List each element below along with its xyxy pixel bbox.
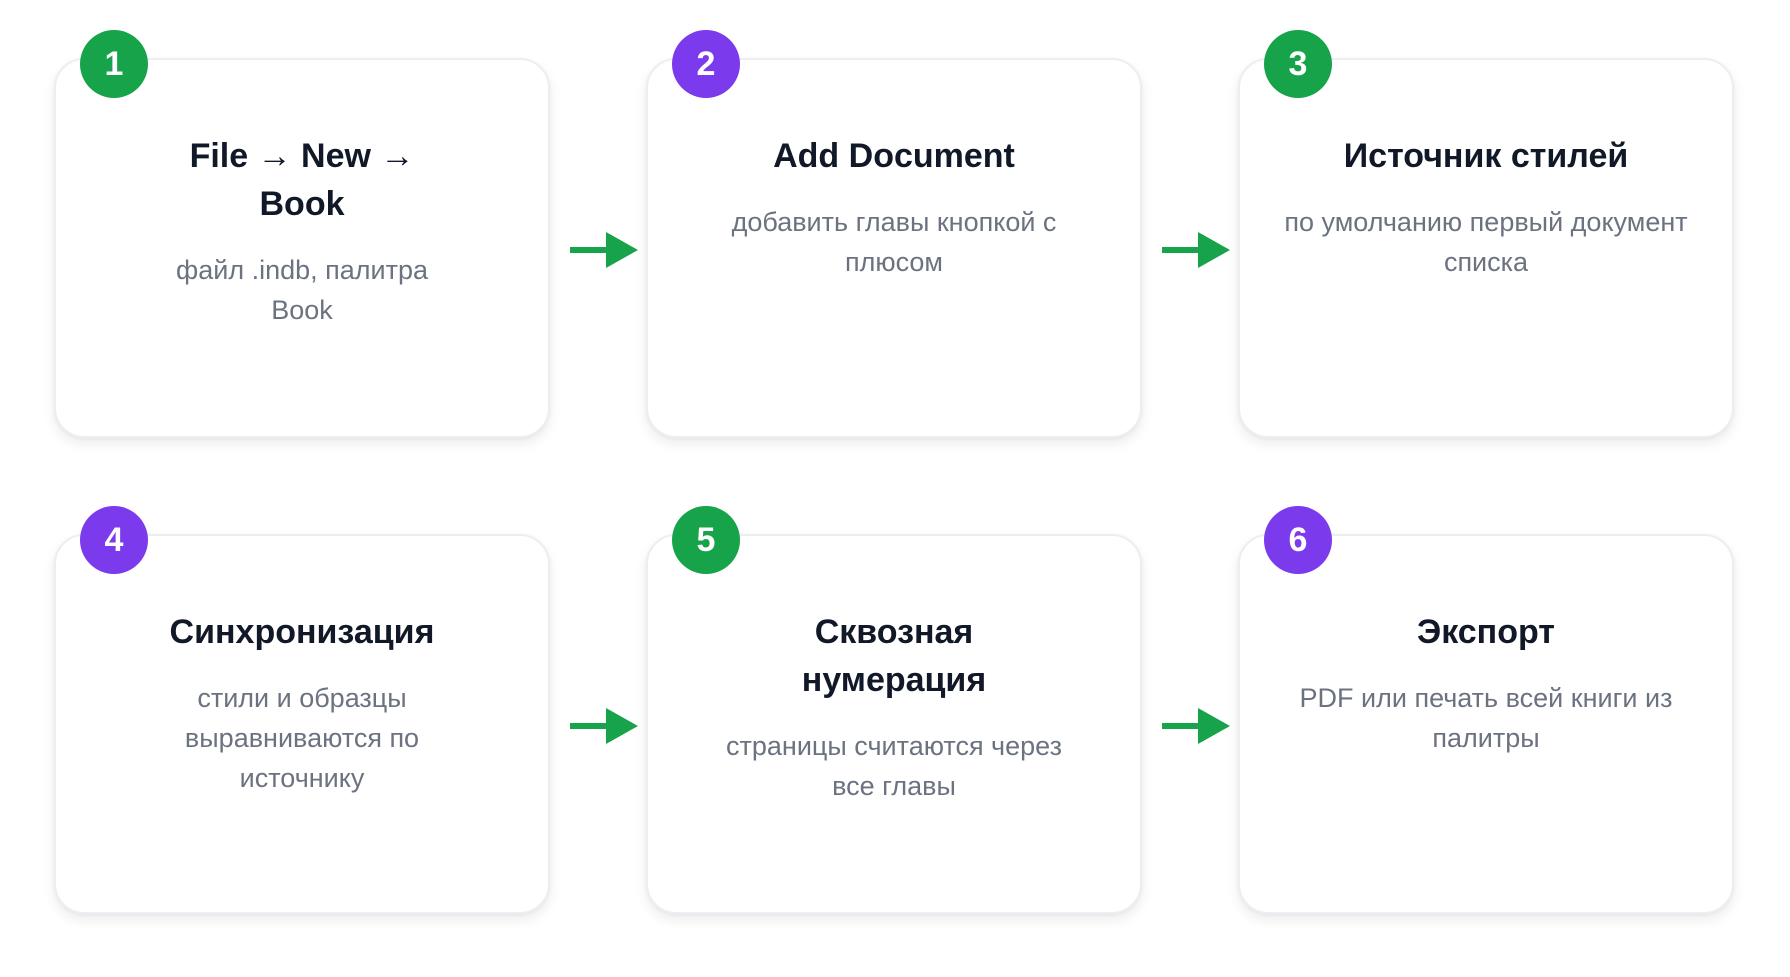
step-number-badge: 1 bbox=[80, 30, 148, 98]
step-title: File → New → Book bbox=[189, 137, 415, 223]
step-number-badge: 3 bbox=[1264, 30, 1332, 98]
step-description: стили и образцы выравниваются по источни… bbox=[184, 683, 420, 793]
flow-arrow-icon bbox=[570, 232, 638, 268]
step-title: Источник стилей bbox=[1343, 137, 1629, 175]
step-number-badge: 4 bbox=[80, 506, 148, 574]
step-number-badge: 2 bbox=[672, 30, 740, 98]
step-description: PDF или печать всей книги из палитры bbox=[1299, 683, 1673, 753]
step-title: Add Document bbox=[773, 137, 1015, 175]
step-number-badge: 6 bbox=[1264, 506, 1332, 574]
step-title: Синхронизация bbox=[169, 613, 435, 651]
step-title: Сквозная нумерация bbox=[801, 613, 987, 699]
step-card-2: 2 Add Document добавить главы кнопкой с … bbox=[646, 30, 1142, 438]
step-card-6: 6 Экспорт PDF или печать всей книги из п… bbox=[1238, 506, 1734, 914]
step-card-4: 4 Синхронизация стили и образцы выравнив… bbox=[54, 506, 550, 914]
step-description: добавить главы кнопкой с плюсом bbox=[731, 207, 1057, 277]
step-title: Экспорт bbox=[1417, 613, 1555, 651]
flow-arrow-icon bbox=[1162, 232, 1230, 268]
step-description: страницы считаются через все главы bbox=[726, 731, 1062, 801]
flow-arrow-icon bbox=[1162, 708, 1230, 744]
process-flow-diagram: 1 File → New → Book файл .indb, палитра … bbox=[0, 0, 1790, 977]
step-card-3: 3 Источник стилей по умолчанию первый до… bbox=[1238, 30, 1734, 438]
step-card-1: 1 File → New → Book файл .indb, палитра … bbox=[54, 30, 550, 438]
step-number-badge: 5 bbox=[672, 506, 740, 574]
flow-arrow-icon bbox=[570, 708, 638, 744]
step-card-5: 5 Сквозная нумерация страницы считаются … bbox=[646, 506, 1142, 914]
step-description: файл .indb, палитра Book bbox=[176, 255, 428, 325]
step-description: по умолчанию первый документ списка bbox=[1284, 207, 1688, 277]
